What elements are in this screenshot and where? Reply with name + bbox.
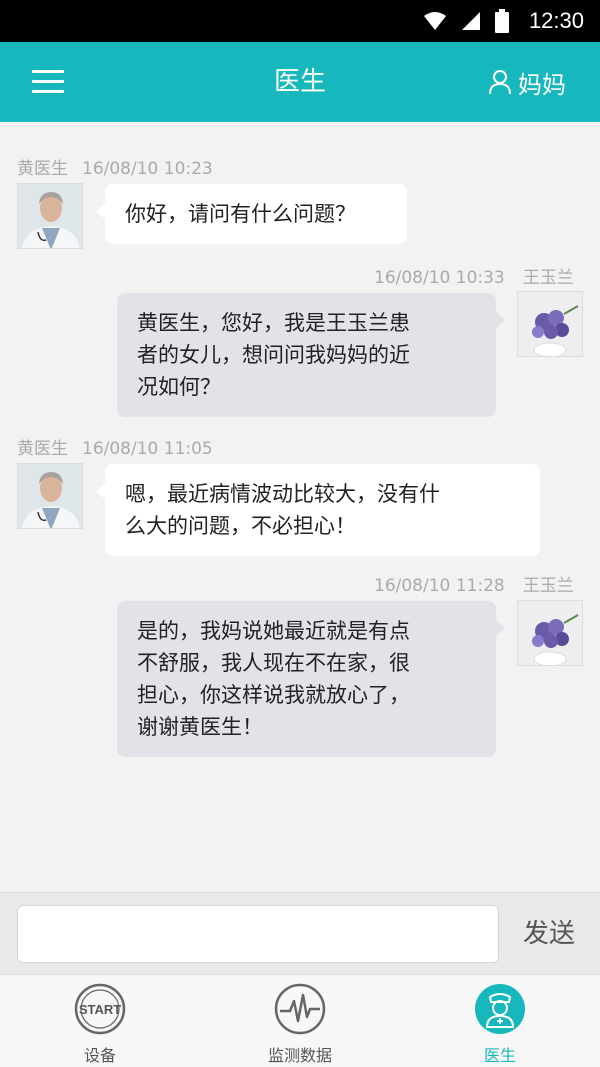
message-text: 况如何？ (137, 375, 221, 399)
user-switch-button[interactable]: 妈妈 (488, 42, 566, 122)
app-header: 医生 妈妈 (0, 42, 600, 122)
pulse-icon (274, 983, 326, 1035)
doctor-icon (475, 984, 525, 1034)
message-meta: 16/08/10 10:33 王玉兰 (374, 263, 574, 288)
message-timestamp: 16/08/10 11:28 (374, 576, 505, 596)
start-icon: START (74, 983, 126, 1035)
message-text: 嗯，最近病情波动比较大，没有什 (125, 482, 440, 506)
tab-doctor[interactable]: 医生 (400, 975, 600, 1067)
message-meta: 16/08/10 11:28 王玉兰 (374, 571, 574, 596)
tab-label: 医生 (483, 1046, 516, 1065)
message-text: 者的女儿，想问问我妈妈的近 (137, 343, 410, 367)
sender-name: 王玉兰 (522, 576, 574, 596)
chat-area[interactable]: 黄医生 16/08/10 10:23 你好，请问有什么问题？ 16/08/10 1… (0, 122, 600, 892)
message-text: 是的，我妈说她最近就是有点 (137, 619, 410, 643)
message-meta: 黄医生 16/08/10 11:05 (17, 434, 213, 459)
user-avatar[interactable] (517, 291, 583, 357)
user-icon (489, 70, 511, 95)
message-text: 谢谢黄医生！ (137, 715, 263, 739)
sender-name: 黄医生 (17, 439, 68, 459)
message-bubble-incoming: 嗯，最近病情波动比较大，没有什 么大的问题，不必担心！ (96, 464, 540, 556)
sender-name: 黄医生 (17, 159, 68, 179)
bottom-tab-bar: START 设备 监测数据 医生 (0, 974, 600, 1067)
message-text: 你好，请问有什么问题？ (125, 202, 356, 226)
battery-icon (494, 9, 509, 33)
svg-text:START: START (79, 1002, 121, 1017)
message-text: 不舒服，我人现在不在家，很 (137, 651, 410, 675)
tab-monitoring-data[interactable]: 监测数据 (200, 975, 400, 1067)
user-label: 妈妈 (518, 70, 566, 99)
message-timestamp: 16/08/10 11:05 (82, 439, 213, 459)
message-meta: 黄医生 16/08/10 10:23 (17, 154, 213, 179)
status-time: 12:30 (528, 8, 584, 33)
signal-icon (461, 12, 480, 30)
doctor-avatar[interactable] (17, 463, 83, 529)
sender-name: 王玉兰 (522, 268, 574, 288)
message-input[interactable] (17, 905, 499, 963)
message-text: 黄医生，您好，我是王玉兰患 (137, 311, 410, 335)
wifi-icon (423, 12, 446, 30)
message-timestamp: 16/08/10 10:33 (374, 268, 505, 288)
message-bubble-incoming: 你好，请问有什么问题？ (96, 184, 407, 244)
send-button[interactable]: 发送 (509, 905, 589, 963)
tab-label: 设备 (83, 1046, 116, 1065)
tab-device[interactable]: START 设备 (0, 975, 200, 1067)
doctor-avatar[interactable] (17, 183, 83, 249)
status-bar: 12:30 (0, 0, 600, 42)
message-text: 么大的问题，不必担心！ (125, 514, 356, 538)
message-bubble-outgoing: 黄医生，您好，我是王玉兰患 者的女儿，想问问我妈妈的近 况如何？ (117, 293, 505, 417)
message-text: 担心，你这样说我就放心了， (137, 683, 410, 707)
tab-label: 监测数据 (267, 1046, 332, 1065)
user-avatar[interactable] (517, 600, 583, 666)
message-input-bar: 发送 (0, 892, 600, 974)
message-timestamp: 16/08/10 10:23 (82, 159, 213, 179)
message-bubble-outgoing: 是的，我妈说她最近就是有点 不舒服，我人现在不在家，很 担心，你这样说我就放心了… (117, 601, 505, 757)
